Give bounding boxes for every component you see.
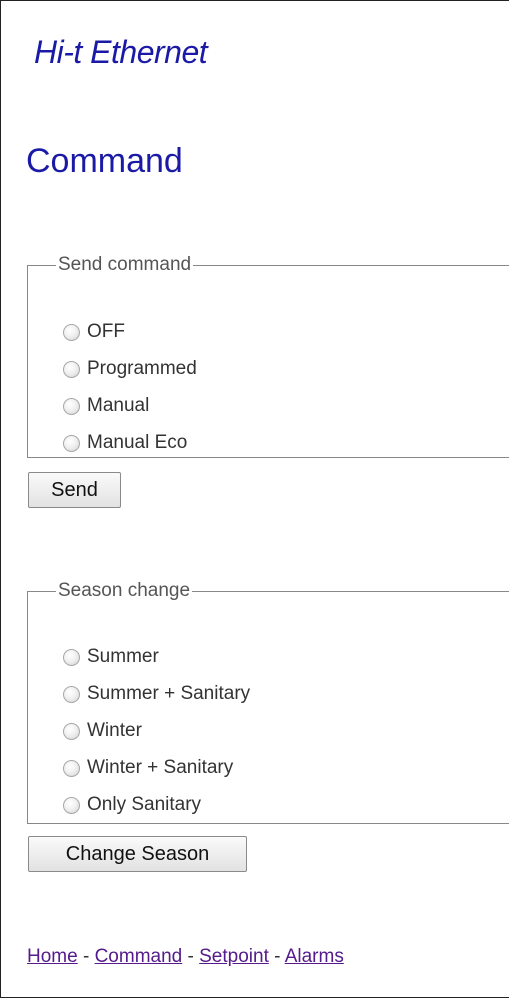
radio-option-only-sanitary[interactable]: Only Sanitary [63,790,201,820]
footer-nav: Home - Command - Setpoint - Alarms [27,946,344,968]
radio-option-off[interactable]: OFF [63,317,125,347]
radio-button[interactable] [63,397,80,415]
nav-separator: - [77,946,95,967]
radio-option-winter-sanitary[interactable]: Winter + Sanitary [63,753,233,783]
radio-button[interactable] [63,360,80,378]
season-change-legend: Season change [58,580,191,601]
page-title: Command [26,142,183,180]
radio-option-summer[interactable]: Summer [63,642,159,672]
send-command-legend: Send command [58,254,192,275]
radio-button[interactable] [63,648,80,666]
radio-label: Summer + Sanitary [87,683,251,704]
radio-button[interactable] [63,796,80,814]
send-command-fieldset: Send command OFF Programmed Manual Manua… [27,254,509,458]
send-button[interactable]: Send [28,472,121,508]
radio-option-programmed[interactable]: Programmed [63,354,197,384]
radio-button[interactable] [63,722,80,740]
radio-button[interactable] [63,685,80,703]
nav-separator: - [182,946,200,967]
nav-link-setpoint[interactable]: Setpoint [199,946,269,967]
radio-label: OFF [87,321,125,342]
season-change-fieldset: Season change Summer Summer + Sanitary W… [27,580,509,824]
radio-label: Winter + Sanitary [87,757,234,778]
radio-label: Manual Eco [87,432,188,453]
radio-option-manual-eco[interactable]: Manual Eco [63,428,187,458]
radio-button[interactable] [63,434,80,452]
radio-option-manual[interactable]: Manual [63,391,149,421]
radio-label: Programmed [87,358,197,379]
radio-label: Only Sanitary [87,794,202,815]
page-content: Hi-t Ethernet Command Send command OFF P… [0,0,509,998]
change-season-button[interactable]: Change Season [28,836,247,872]
radio-button[interactable] [63,323,80,341]
app-title: Hi-t Ethernet [34,34,208,70]
nav-link-command[interactable]: Command [95,946,183,967]
nav-link-alarms[interactable]: Alarms [285,946,344,967]
radio-button[interactable] [63,759,80,777]
radio-label: Manual [87,395,150,416]
radio-option-summer-sanitary[interactable]: Summer + Sanitary [63,679,250,709]
radio-label: Summer [87,646,159,667]
radio-label: Winter [87,720,142,741]
radio-option-winter[interactable]: Winter [63,716,142,746]
nav-link-home[interactable]: Home [27,946,78,967]
nav-separator: - [268,946,285,967]
